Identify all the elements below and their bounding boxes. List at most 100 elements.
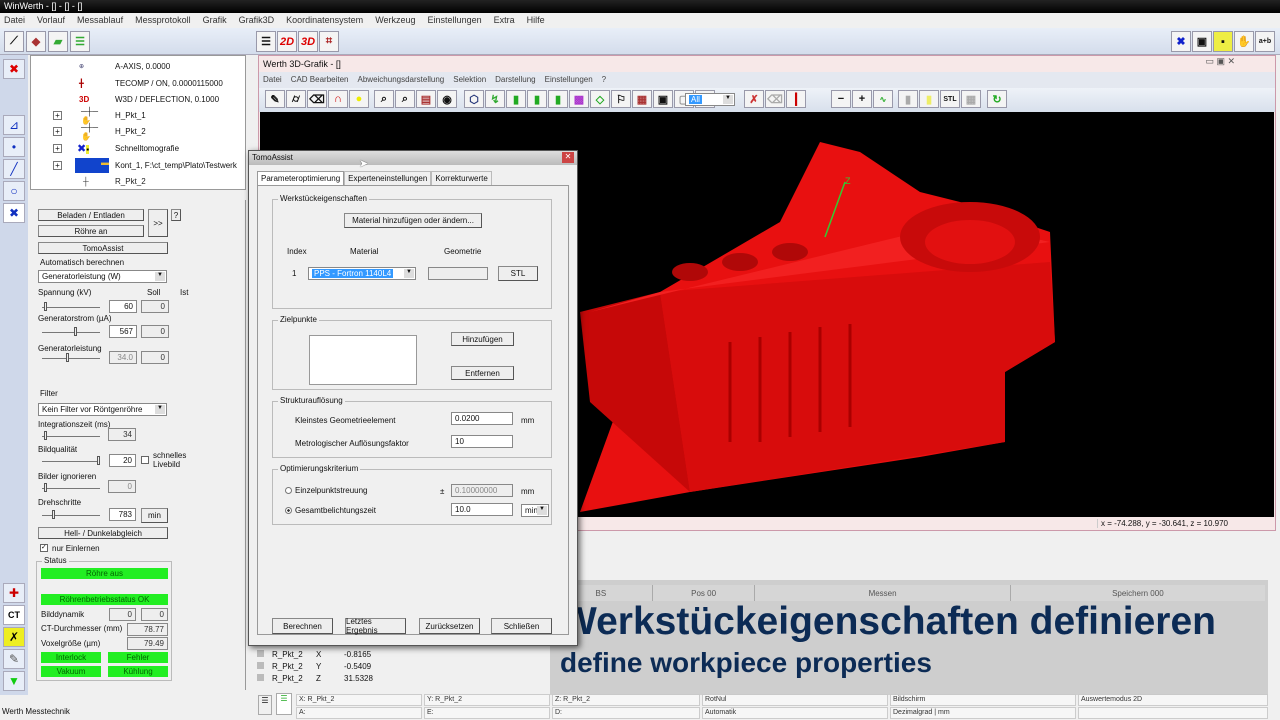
eye-icon[interactable]: ◉ [437, 90, 457, 108]
delete-selection-icon[interactable]: ✗ [744, 90, 764, 108]
min-button[interactable]: min [141, 508, 168, 523]
points-icon[interactable]: ∿ [873, 90, 893, 108]
menu-hilfe[interactable]: Hilfe [527, 15, 545, 26]
current-slider[interactable] [42, 327, 100, 336]
fast-live-checkbox[interactable] [141, 456, 149, 464]
tomography-icon[interactable]: ✖ [3, 203, 25, 223]
move-icon[interactable]: ✚ [3, 583, 25, 603]
smallest-input[interactable]: 0.0200 [451, 412, 513, 425]
tab-parameteroptimierung[interactable]: Parameteroptimierung [257, 171, 345, 185]
exposure-time-input[interactable]: 10.0 [451, 503, 513, 516]
close-button[interactable]: Schließen [491, 618, 552, 634]
reset-button[interactable]: Zurücksetzen [419, 618, 480, 634]
g3d-menu-cad[interactable]: CAD Bearbeiten [291, 75, 349, 85]
material-select[interactable]: PPS - Fortron 1140L4 ▼ [308, 267, 416, 280]
diamond-icon[interactable]: ◇ [590, 90, 610, 108]
layer-up-icon[interactable]: ▮ [548, 90, 568, 108]
formula-icon[interactable]: a+b [1255, 31, 1275, 52]
tool-icon[interactable]: ✗ [3, 627, 25, 647]
circle-icon[interactable]: ○ [3, 181, 25, 201]
save-button[interactable]: Speichern 000 [1011, 585, 1265, 601]
geometry-icon[interactable]: ⊿ [3, 115, 25, 135]
tab-experteneinstellungen[interactable]: Experteneinstellungen [344, 171, 432, 185]
edit-icon[interactable]: ✎ [3, 649, 25, 669]
pencil-icon[interactable]: ✎ [265, 90, 285, 108]
probe-icon[interactable]: ┃ [786, 90, 806, 108]
refresh-icon[interactable]: ↻ [987, 90, 1007, 108]
expand-icon[interactable]: + [53, 144, 62, 153]
layers-icon[interactable]: ▮ [527, 90, 547, 108]
single-point-radio[interactable] [285, 487, 292, 494]
g3d-menu-help[interactable]: ? [602, 75, 606, 85]
tomography-icon[interactable]: ✖ [1171, 31, 1191, 52]
window-controls-icon[interactable]: ▭ ▣ ✕ [1205, 56, 1235, 67]
view-3d-tab[interactable]: 3D [298, 31, 318, 52]
expand-icon[interactable]: + [53, 127, 62, 136]
delete-icon[interactable]: ✖ [3, 59, 25, 79]
position-field[interactable]: Pos 00 [653, 585, 756, 601]
menu-werkzeug[interactable]: Werkzeug [375, 15, 415, 26]
time-unit-select[interactable]: min ▼ [521, 504, 549, 517]
arrow-down-icon[interactable]: ▼ [3, 671, 25, 691]
list-icon[interactable]: ☰ [258, 695, 272, 715]
cylinder-gray-icon[interactable]: ▮ [898, 90, 918, 108]
stl-button[interactable]: STL [940, 90, 960, 108]
layer-icon[interactable]: ▮ [506, 90, 526, 108]
expand-button[interactable]: >> [148, 209, 168, 237]
result-row[interactable]: R_Pkt_2 Z 31.5328 [257, 674, 373, 683]
tree-item[interactable]: + ▬ Kont_1, F:\ct_temp\Plato\Testwerk [31, 157, 245, 174]
network-icon[interactable]: ⌗ [319, 31, 339, 52]
plus-icon[interactable]: + [852, 90, 872, 108]
measure-button[interactable]: Messen [755, 585, 1011, 601]
current-soll-input[interactable]: 567 [109, 325, 137, 338]
chart-icon[interactable]: ▦ [632, 90, 652, 108]
ignore-slider[interactable] [42, 483, 100, 492]
eraser-icon[interactable]: ⌫ [307, 90, 327, 108]
expand-icon[interactable]: + [53, 161, 62, 170]
target-list[interactable] [309, 335, 417, 385]
flag-icon[interactable]: ⚐ [611, 90, 631, 108]
power-slider[interactable] [42, 353, 100, 362]
color-icon[interactable]: ▩ [569, 90, 589, 108]
voltage-soll-input[interactable]: 60 [109, 300, 137, 313]
view-2d-tab[interactable]: 2D [277, 31, 297, 52]
load-unload-button[interactable]: Beladen / Entladen [38, 209, 144, 221]
last-result-button[interactable]: Letztes Ergebnis [345, 617, 406, 635]
export-icon[interactable]: ▤ [416, 90, 436, 108]
tab-korrekturwerte[interactable]: Korrekturwerte [431, 171, 492, 185]
menu-einstellungen[interactable]: Einstellungen [428, 15, 482, 26]
g3d-menu-datei[interactable]: Datei [263, 75, 282, 85]
menu-grafik3d[interactable]: Grafik3D [239, 15, 275, 26]
help-button[interactable]: ? [171, 209, 181, 221]
light-off-icon[interactable]: ▮ [919, 90, 939, 108]
remove-target-button[interactable]: Entfernen [451, 366, 514, 380]
menu-vorlauf[interactable]: Vorlauf [37, 15, 65, 26]
quality-input[interactable]: 20 [109, 454, 136, 467]
path-icon[interactable]: ↯ [485, 90, 505, 108]
calculate-button[interactable]: Berechnen [272, 618, 333, 634]
menu-messprotokoll[interactable]: Messprotokoll [135, 15, 191, 26]
chart-icon[interactable]: ⟋ [4, 31, 24, 52]
result-row[interactable]: R_Pkt_2 X -0.8165 [257, 650, 371, 659]
curve-icon[interactable]: ∩ [328, 90, 348, 108]
add-target-button[interactable]: Hinzufügen [451, 332, 514, 346]
menu-grafik[interactable]: Grafik [203, 15, 227, 26]
camera-icon[interactable]: ▣ [1192, 31, 1212, 52]
g3d-menu-selection[interactable]: Selektion [453, 75, 486, 85]
steps-input[interactable]: 783 [109, 508, 136, 521]
ct-tab[interactable]: CT [3, 605, 25, 625]
light-icon[interactable]: ● [349, 90, 369, 108]
minus-icon[interactable]: − [831, 90, 851, 108]
tube-on-button[interactable]: Röhre an [38, 225, 144, 237]
result-row[interactable]: R_Pkt_2 Y -0.5409 [257, 662, 371, 671]
exposure-time-radio[interactable] [285, 507, 292, 514]
zoom-in-icon[interactable]: ⌕ [395, 90, 415, 108]
factor-input[interactable]: 10 [451, 435, 513, 448]
line-icon[interactable]: ╱ [3, 159, 25, 179]
material-add-button[interactable]: Material hinzufügen oder ändern... [344, 213, 482, 228]
shield-icon[interactable]: ⬡ [464, 90, 484, 108]
grid-icon[interactable]: ▦ [961, 90, 981, 108]
calibration-button[interactable]: Hell- / Dunkelabgleich [38, 527, 168, 539]
g3d-menu-settings[interactable]: Einstellungen [545, 75, 593, 85]
cylinder-icon[interactable]: ⌭ [286, 90, 306, 108]
